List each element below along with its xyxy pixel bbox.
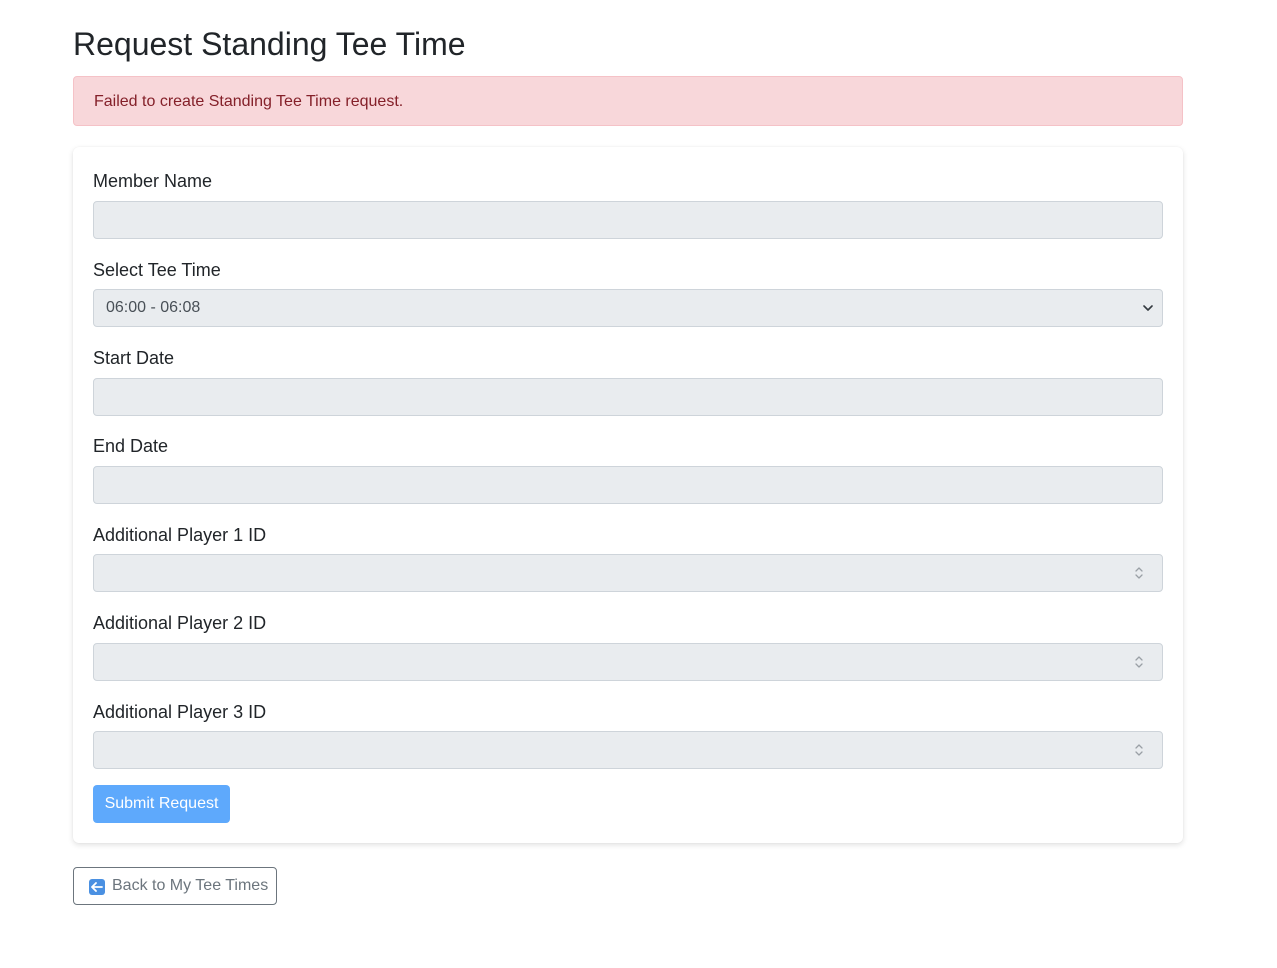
- request-form-card: Member Name Select Tee Time 06:00 - 06:0…: [73, 147, 1183, 843]
- start-date-label: Start Date: [93, 348, 175, 368]
- tee-time-selected-value: 06:00 - 06:08: [106, 299, 201, 316]
- left-arrow-icon: [89, 879, 105, 895]
- player1-label: Additional Player 1 ID: [93, 525, 267, 545]
- error-alert-message: Failed to create Standing Tee Time reque…: [94, 93, 404, 110]
- submit-request-button[interactable]: Submit Request: [93, 785, 230, 823]
- number-spinner-icon[interactable]: [1134, 565, 1144, 581]
- number-spinner-icon[interactable]: [1134, 654, 1144, 670]
- player2-label: Additional Player 2 ID: [93, 613, 267, 633]
- start-date-input[interactable]: [93, 378, 1163, 416]
- end-date-label: End Date: [93, 436, 169, 456]
- page-title: Request Standing Tee Time: [73, 26, 466, 62]
- member-name-label: Member Name: [93, 171, 213, 191]
- player3-label: Additional Player 3 ID: [93, 702, 267, 722]
- error-alert: Failed to create Standing Tee Time reque…: [73, 76, 1183, 126]
- member-name-input[interactable]: [93, 201, 1163, 239]
- chevron-down-icon: [1143, 305, 1153, 311]
- player2-input[interactable]: [93, 643, 1163, 681]
- number-spinner-icon[interactable]: [1134, 742, 1144, 758]
- player3-input[interactable]: [93, 731, 1163, 769]
- end-date-input[interactable]: [93, 466, 1163, 504]
- player1-input[interactable]: [93, 554, 1163, 592]
- tee-time-select[interactable]: 06:00 - 06:08: [93, 289, 1163, 327]
- back-to-tee-times-button[interactable]: Back to My Tee Times: [73, 867, 277, 905]
- back-button-label: Back to My Tee Times: [112, 877, 269, 894]
- tee-time-label: Select Tee Time: [93, 260, 221, 280]
